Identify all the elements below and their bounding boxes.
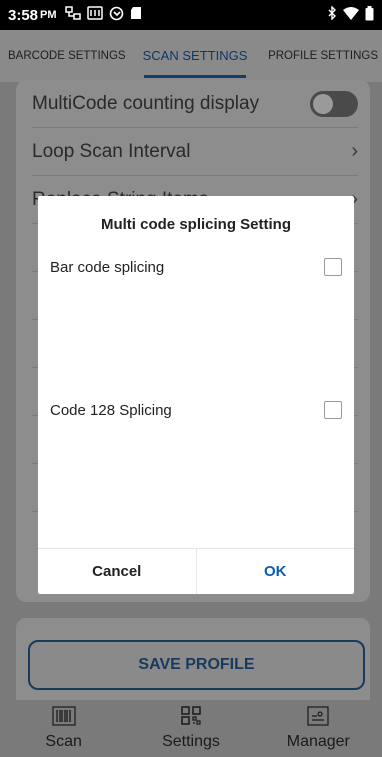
nav-settings[interactable]: Settings (127, 700, 254, 757)
keyboard-icon (86, 6, 103, 24)
ok-button[interactable]: OK (197, 549, 355, 594)
profile-card-icon (307, 706, 329, 733)
dialog-title: Multi code splicing Setting (100, 216, 291, 233)
settings-tabs: BARCODE SETTINGS SCAN SETTINGS PROFILE S… (0, 30, 382, 82)
bottom-nav: Scan Settings Manager (0, 700, 382, 757)
battery-icon (365, 5, 374, 25)
nav-label: Scan (45, 733, 82, 750)
option-label: Code 128 Splicing (50, 401, 172, 419)
wifi-icon (343, 6, 359, 24)
qr-code-icon (180, 706, 202, 733)
barcode-icon (52, 706, 76, 733)
option-label: Bar code splicing (50, 258, 165, 276)
status-time: 3:58 (8, 6, 39, 24)
multi-code-splicing-dialog: Multi code splicing Setting Bar code spl… (38, 196, 354, 594)
multicode-counting-toggle[interactable] (310, 90, 358, 117)
status-ampm: PM (40, 9, 57, 21)
sync-icon (109, 6, 124, 25)
setting-row-multicode-counting[interactable]: MultiCode counting display (32, 80, 358, 128)
nav-manager[interactable]: Manager (255, 700, 382, 757)
nav-scan[interactable]: Scan (0, 700, 127, 757)
status-bar: 3:58 PM (0, 0, 382, 30)
setting-label: Loop Scan Interval (32, 140, 191, 162)
option-bar-code-splicing[interactable]: Bar code splicing (50, 252, 342, 282)
chevron-right-icon: › (351, 140, 358, 162)
bar-code-splicing-checkbox[interactable] (324, 258, 342, 276)
cancel-button[interactable]: Cancel (38, 549, 197, 594)
nav-label: Settings (162, 733, 220, 750)
active-tab-indicator (144, 75, 246, 78)
tab-scan-settings[interactable]: SCAN SETTINGS (136, 30, 254, 82)
tab-barcode-settings[interactable]: BARCODE SETTINGS (0, 30, 136, 82)
toggle-knob (313, 93, 333, 114)
tab-scan-settings-label: SCAN SETTINGS (142, 48, 248, 63)
setting-label: MultiCode counting display (32, 92, 260, 114)
tab-profile-settings[interactable]: PROFILE SETTINGS (254, 30, 382, 82)
nav-label: Manager (286, 733, 350, 750)
code-128-splicing-checkbox[interactable] (324, 401, 342, 419)
network-icon (64, 6, 81, 24)
bluetooth-icon (327, 5, 337, 24)
setting-row-loop-scan-interval[interactable]: Loop Scan Interval › (32, 128, 358, 176)
sdcard-icon (130, 6, 142, 24)
option-code-128-splicing[interactable]: Code 128 Splicing (50, 395, 342, 425)
save-profile-button[interactable]: SAVE PROFILE (28, 640, 365, 690)
dialog-actions: Cancel OK (38, 548, 354, 594)
